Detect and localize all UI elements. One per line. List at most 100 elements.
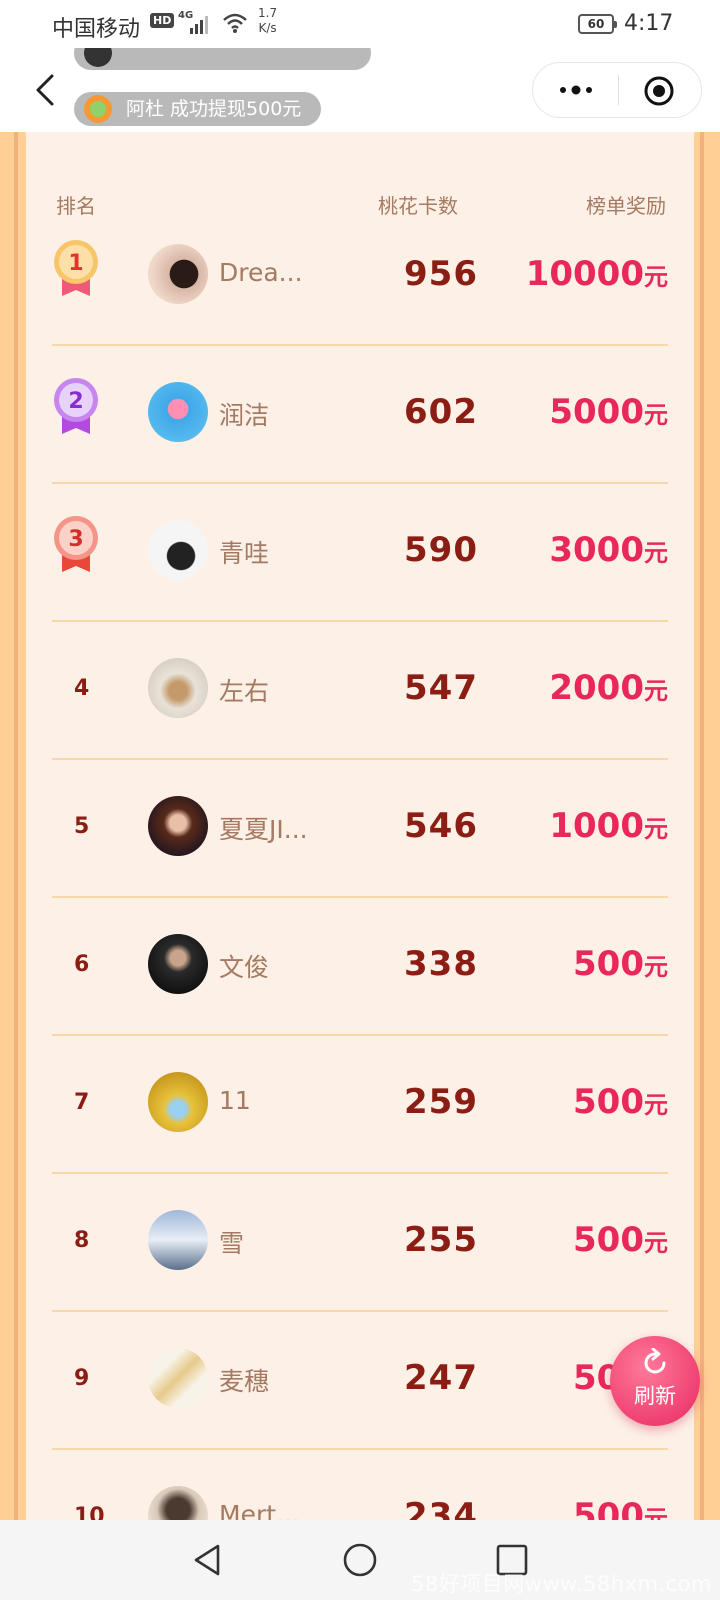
reward-unit: 元	[644, 263, 668, 291]
reward-unit: 元	[644, 677, 668, 705]
more-options-icon[interactable]	[551, 77, 601, 103]
leaderboard: 排名 桃花卡数 榜单奖励 1 Drea... 956 10000元 2 润洁 6…	[26, 132, 694, 1520]
leaderboard-row: 6 文俊 338 500元	[52, 896, 668, 1036]
medal-rank-label: 2	[68, 389, 83, 414]
hd-badge: HD	[150, 13, 175, 28]
gold-medal-icon: 1	[54, 240, 98, 296]
reward-unit: 元	[644, 1505, 668, 1520]
avatar[interactable]	[148, 1348, 208, 1408]
reward-unit: 元	[644, 1229, 668, 1257]
reward-amount: 1000元	[549, 806, 668, 846]
avatar[interactable]	[148, 1210, 208, 1270]
card-count: 602	[404, 392, 478, 432]
close-mini-program-icon[interactable]	[643, 75, 675, 107]
leaderboard-row: 4 左右 547 2000元	[52, 620, 668, 760]
rank-number: 7	[74, 1090, 90, 1115]
reward-unit: 元	[644, 1091, 668, 1119]
user-nickname: 青哇	[219, 539, 270, 568]
medal-rank-label: 1	[68, 251, 83, 276]
reward-value: 5000	[549, 392, 644, 432]
leaderboard-row: 7 11 259 500元	[52, 1034, 668, 1174]
leaderboard-row: 5 夏夏JI... 546 1000元	[52, 758, 668, 898]
reward-amount: 500元	[573, 944, 668, 984]
leaderboard-row: 9 麦穗 247 500元	[52, 1310, 668, 1450]
carrier-name: 中国移动	[52, 17, 141, 42]
card-count: 255	[404, 1220, 478, 1260]
withdraw-ticker-top	[74, 48, 371, 70]
reward-amount: 3000元	[549, 530, 668, 570]
frame-stripe	[700, 132, 704, 1520]
leaderboard-row: 2 润洁 602 5000元	[52, 344, 668, 484]
medal-rank-label: 3	[68, 527, 83, 552]
reward-value: 500	[573, 1082, 644, 1122]
leaderboard-row: 10 Mert... 234 500元	[52, 1448, 668, 1520]
battery-icon: 60	[578, 14, 617, 34]
reward-value: 3000	[549, 530, 644, 570]
refresh-label: 刷新	[634, 1384, 676, 1408]
rank-number: 10	[74, 1504, 105, 1520]
reward-amount: 500元	[573, 1220, 668, 1260]
card-count: 247	[404, 1358, 478, 1398]
reward-unit: 元	[644, 953, 668, 981]
reward-value: 1000	[549, 806, 644, 846]
reward-unit: 元	[644, 539, 668, 567]
reward-amount: 5000元	[549, 392, 668, 432]
back-arrow-icon[interactable]	[28, 68, 64, 112]
avatar[interactable]	[148, 1072, 208, 1132]
clock: 4:17	[624, 11, 674, 36]
avatar[interactable]	[148, 796, 208, 856]
user-nickname: 润洁	[219, 401, 270, 430]
card-count: 259	[404, 1082, 478, 1122]
bronze-medal-icon: 3	[54, 516, 98, 572]
avatar[interactable]	[148, 382, 208, 442]
card-count: 547	[404, 668, 478, 708]
withdraw-ticker: 阿杜 成功提现500元	[74, 92, 322, 126]
user-nickname: 左右	[219, 677, 270, 706]
ticker-text: 阿杜 成功提现500元	[126, 98, 302, 120]
network-speed: 1.7 K/s	[258, 6, 277, 36]
user-nickname: 文俊	[219, 953, 270, 982]
signal-icon	[190, 16, 208, 34]
user-nickname: Mert...	[219, 1500, 300, 1520]
avatar[interactable]	[148, 520, 208, 580]
user-nickname: 麦穗	[219, 1367, 270, 1396]
avatar[interactable]	[148, 658, 208, 718]
leaderboard-row: 8 雪 255 500元	[52, 1172, 668, 1312]
leaderboard-row: 3 青哇 590 3000元	[52, 482, 668, 622]
avatar[interactable]	[148, 244, 208, 304]
card-count: 338	[404, 944, 478, 984]
nav-back-icon[interactable]	[190, 1542, 226, 1578]
user-nickname: Drea...	[219, 258, 303, 287]
user-nickname: 夏夏JI...	[219, 815, 308, 844]
nav-bar: 阿杜 成功提现500元	[0, 48, 720, 132]
reward-amount: 10000元	[526, 254, 668, 294]
card-count: 590	[404, 530, 478, 570]
ticker-avatar	[84, 48, 112, 67]
reward-value: 500	[573, 1220, 644, 1260]
avatar[interactable]	[148, 934, 208, 994]
silver-medal-icon: 2	[54, 378, 98, 434]
refresh-button[interactable]: 刷新	[610, 1336, 700, 1426]
wifi-icon	[223, 13, 247, 33]
network-speed-value: 1.7	[258, 6, 278, 20]
refresh-icon	[644, 1348, 666, 1374]
watermark: 58好项目网www.58hxm.com	[411, 1572, 712, 1596]
reward-unit: 元	[644, 815, 668, 843]
user-nickname: 11	[219, 1086, 251, 1115]
card-count: 234	[404, 1496, 478, 1520]
reward-amount: 500元	[573, 1082, 668, 1122]
reward-value: 10000	[525, 254, 644, 294]
rank-number: 5	[74, 814, 90, 839]
reward-amount: 2000元	[549, 668, 668, 708]
ticker-avatar	[84, 95, 112, 123]
frame-stripe	[14, 132, 18, 1520]
reward-value: 500	[573, 944, 644, 984]
reward-amount: 500元	[573, 1496, 668, 1520]
status-bar: 中国移动 HD 4G 1.7 K/s 60 4:17	[0, 0, 720, 48]
nav-home-icon[interactable]	[342, 1542, 378, 1578]
rank-number: 4	[74, 676, 90, 701]
reward-value: 500	[573, 1496, 644, 1520]
rank-number: 6	[74, 952, 90, 977]
rank-number: 8	[74, 1228, 90, 1253]
avatar[interactable]	[148, 1486, 208, 1520]
